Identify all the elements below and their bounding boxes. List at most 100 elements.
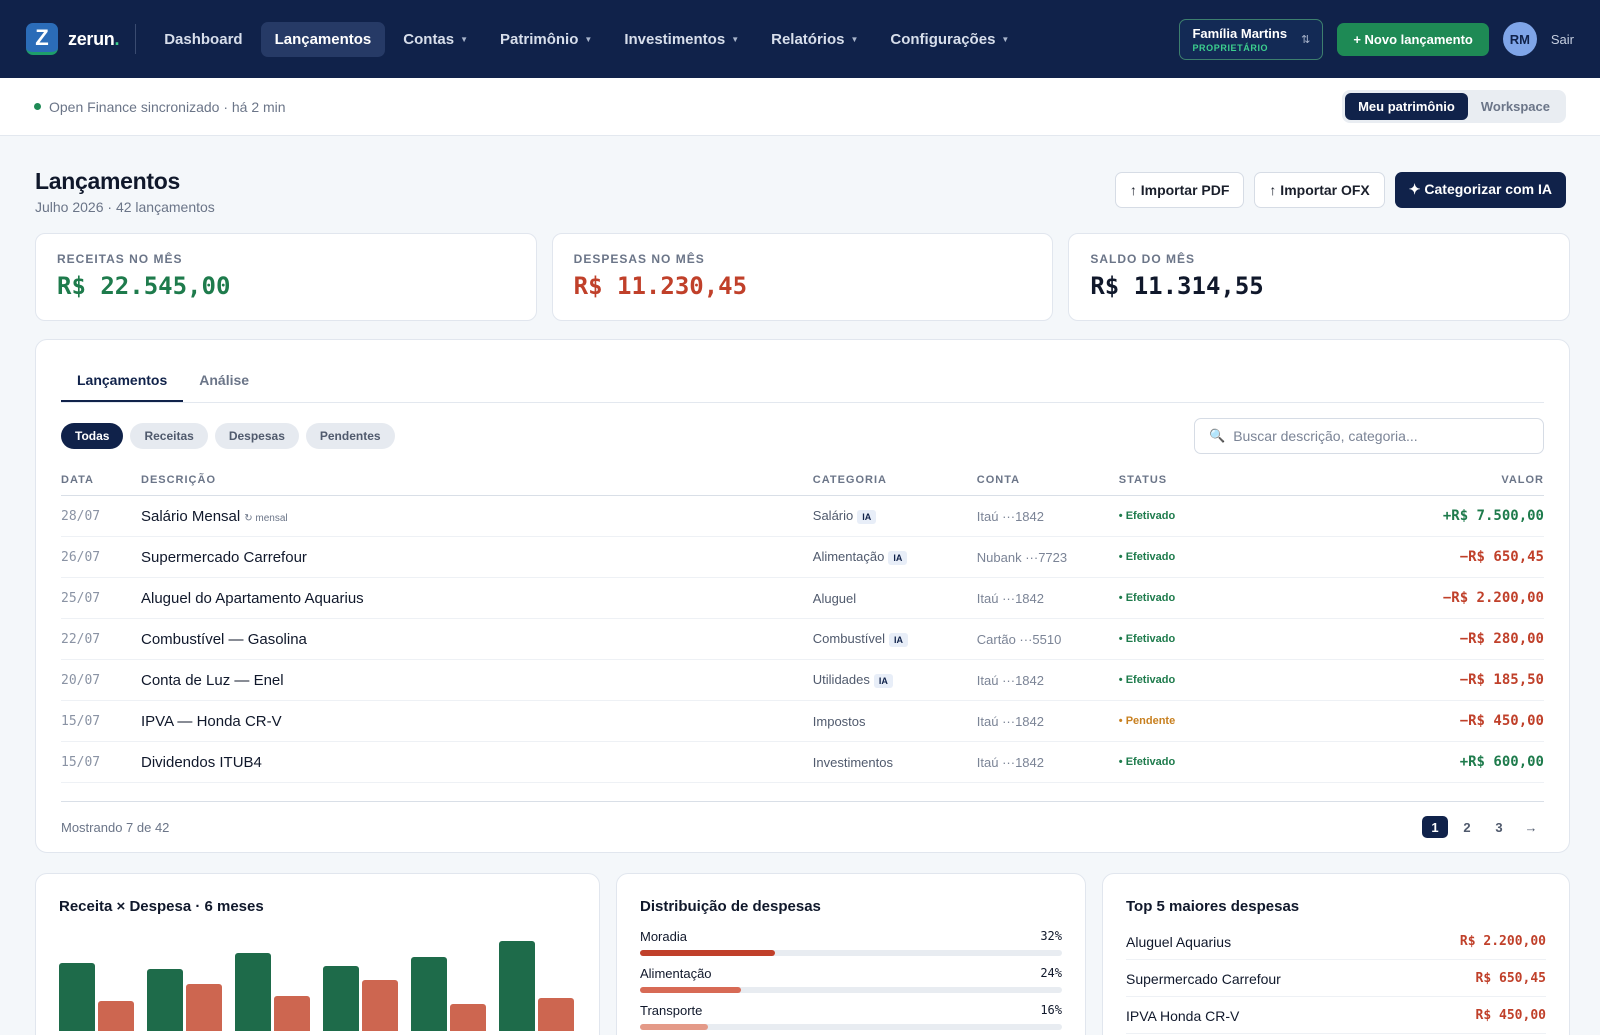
avatar[interactable]: RM [1502, 22, 1537, 56]
chevron-down-icon: ▼ [850, 34, 859, 44]
ai-badge: IA [889, 632, 909, 647]
tab-bar: Lançamentos Análise [61, 362, 1544, 403]
col-account[interactable]: CONTA [976, 474, 1119, 496]
status-badge: • Efetivado [1118, 577, 1239, 619]
toggle-my-assets[interactable]: Meu patrimônio [1345, 93, 1468, 120]
description-text: Combustível — Gasolina [141, 630, 307, 648]
table-footer: Mostrando 7 de 42 1 2 3 → [61, 801, 1544, 838]
list-item[interactable]: Supermercado Carrefour R$ 650,45 [1126, 960, 1546, 997]
nav-item-0[interactable]: Dashboard [150, 22, 256, 57]
table-row[interactable]: 26/07 Supermercado Carrefour Alimentação IA… [61, 536, 1544, 578]
income-bar[interactable] [59, 963, 95, 1031]
sync-status-icon [34, 103, 41, 110]
import-ofx-button[interactable]: ↑ Importar OFX [1254, 172, 1385, 208]
family-role: PROPRIETÁRIO [1192, 42, 1269, 53]
kpi-label: DESPESAS NO MÊS [573, 252, 705, 266]
distribution-label: Moradia [640, 929, 687, 944]
nav-item-2[interactable]: Contas ▼ [389, 22, 482, 57]
row-description: Aluguel do Apartamento Aquarius [141, 577, 813, 619]
nav-item-6[interactable]: Configurações ▼ [876, 22, 1023, 57]
col-value[interactable]: VALOR [1238, 474, 1544, 496]
logout-link[interactable]: Sair [1551, 32, 1574, 47]
distribution-title: Distribuição de despesas [640, 898, 821, 915]
income-bar[interactable] [411, 957, 447, 1031]
kpi-income: RECEITAS NO MÊS R$ 22.545,00 [35, 233, 537, 321]
row-category: Salário IA [812, 495, 977, 537]
list-item[interactable]: IPVA Honda CR-V R$ 450,00 [1126, 997, 1546, 1034]
expense-bar[interactable] [274, 996, 310, 1031]
nav-item-1[interactable]: Lançamentos [260, 21, 386, 57]
table-row[interactable]: 25/07 Aluguel do Apartamento Aquarius Alug… [61, 577, 1544, 619]
tab-transactions[interactable]: Lançamentos [61, 362, 184, 402]
row-category: Combustível IA [812, 618, 977, 660]
main-nav: Dashboard Lançamentos Contas ▼ Patrimônio ▼ In… [150, 21, 1023, 57]
description-text: Dividendos ITUB4 [141, 753, 262, 771]
bar-group [323, 966, 398, 1031]
new-entry-button[interactable]: + Novo lançamento [1337, 22, 1489, 56]
progress-fill [640, 950, 776, 956]
page-2-button[interactable]: 2 [1454, 816, 1480, 838]
col-date[interactable]: DATA [61, 474, 141, 496]
filter-pending[interactable]: Pendentes [305, 423, 395, 449]
expense-bar[interactable] [450, 1004, 486, 1031]
bar-chart [59, 931, 576, 1031]
nav-item-3[interactable]: Patrimônio ▼ [486, 22, 606, 57]
income-bar[interactable] [147, 969, 183, 1031]
chevron-down-icon: ▼ [1001, 34, 1010, 44]
distribution-label: Alimentação [640, 966, 712, 981]
filter-all[interactable]: Todas [61, 423, 124, 449]
nav-item-5[interactable]: Relatórios ▼ [757, 22, 872, 57]
bar-group [59, 963, 134, 1031]
page-1-button[interactable]: 1 [1422, 816, 1448, 838]
progress-track [640, 987, 1062, 993]
expense-value: R$ 450,00 [1475, 1008, 1546, 1023]
chevron-down-icon: ▼ [731, 34, 740, 44]
list-item[interactable]: Aluguel Aquarius R$ 2.200,00 [1126, 923, 1546, 960]
filter-income[interactable]: Receitas [130, 423, 208, 449]
transactions-card: Lançamentos Análise Todas Receitas Despe… [35, 339, 1570, 853]
distribution-row-head: Alimentação 24% [640, 966, 1062, 981]
row-value: −R$ 280,00 [1238, 618, 1544, 660]
expense-bar[interactable] [186, 984, 222, 1031]
family-switcher[interactable]: Família Martins PROPRIETÁRIO ⇅ [1179, 18, 1324, 60]
page-3-button[interactable]: 3 [1486, 816, 1512, 838]
recurring-badge: ↻ mensal [244, 512, 288, 524]
kpi-value: R$ 11.314,55 [1090, 272, 1264, 300]
next-page-icon[interactable]: → [1518, 816, 1544, 838]
col-status[interactable]: STATUS [1118, 474, 1239, 496]
row-description: Combustível — Gasolina [141, 618, 813, 660]
income-bar[interactable] [323, 966, 359, 1031]
brand-logo[interactable]: Z zerun. [26, 23, 120, 55]
table-row[interactable]: 15/07 IPVA — Honda CR-V Impostos Itaú ···18… [61, 700, 1544, 742]
search-input[interactable] [1233, 428, 1529, 444]
family-name: Família Martins [1192, 25, 1288, 41]
expense-bar[interactable] [98, 1001, 134, 1031]
distribution-label: Transporte [640, 1003, 703, 1018]
filter-expenses[interactable]: Despesas [214, 423, 299, 449]
income-bar[interactable] [235, 953, 271, 1031]
expense-bar[interactable] [362, 980, 398, 1031]
income-bar[interactable] [499, 941, 535, 1031]
top-expenses-card: Top 5 maiores despesas Aluguel Aquarius R… [1102, 873, 1570, 1035]
import-pdf-button[interactable]: ↑ Importar PDF [1114, 172, 1245, 208]
kpi-expenses: DESPESAS NO MÊS R$ 11.230,45 [551, 233, 1054, 321]
row-description: Supermercado Carrefour [141, 536, 813, 578]
nav-item-label: Contas [403, 30, 455, 48]
col-category[interactable]: CATEGORIA [812, 474, 977, 496]
table-row[interactable]: 20/07 Conta de Luz — Enel Utilidades IA Itaú… [61, 659, 1544, 701]
row-date: 20/07 [61, 659, 141, 701]
toggle-workspace[interactable]: Workspace [1468, 93, 1563, 120]
col-description[interactable]: DESCRIÇÃO [141, 474, 813, 496]
distribution-row: Moradia 32% [640, 929, 1062, 956]
table-row[interactable]: 22/07 Combustível — Gasolina Combustível IA… [61, 618, 1544, 660]
table-row[interactable]: 28/07 Salário Mensal ↻ mensal Salário IA Itaú… [61, 495, 1544, 537]
expense-value: R$ 2.200,00 [1459, 934, 1546, 949]
distribution-row: Alimentação 24% [640, 966, 1062, 993]
expense-bar[interactable] [538, 998, 574, 1031]
nav-item-4[interactable]: Investimentos ▼ [610, 22, 753, 57]
description-text: Conta de Luz — Enel [141, 671, 284, 689]
table-row[interactable]: 15/07 Dividendos ITUB4 Investimentos Itaú ·… [61, 741, 1544, 783]
tab-analysis[interactable]: Análise [183, 362, 265, 402]
chevron-down-icon: ▼ [460, 34, 469, 44]
ai-categorize-button[interactable]: ✦ Categorizar com IA [1394, 172, 1566, 208]
